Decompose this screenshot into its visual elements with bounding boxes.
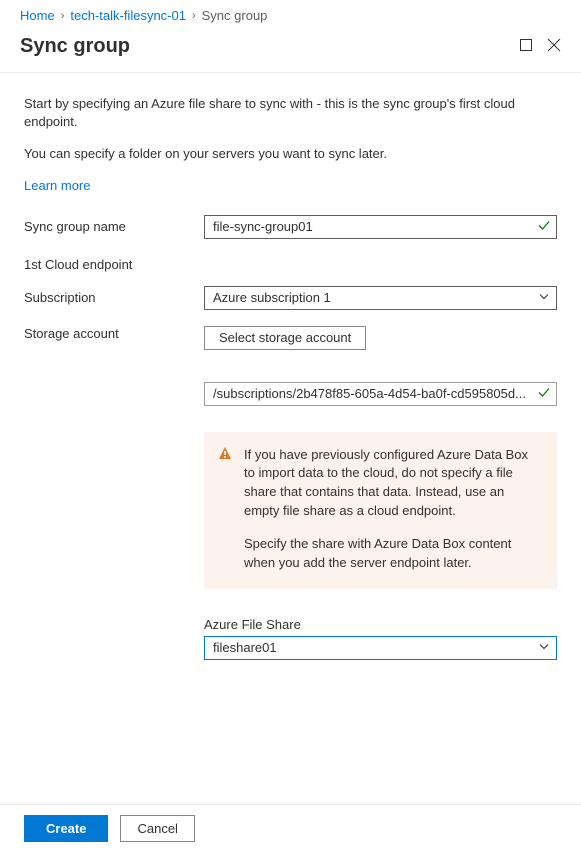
subscription-label: Subscription	[24, 290, 204, 305]
subscription-value: Azure subscription 1	[213, 290, 331, 305]
breadcrumb-current: Sync group	[202, 8, 268, 23]
warning-text-1: If you have previously configured Azure …	[244, 446, 541, 521]
file-share-value: fileshare01	[213, 640, 277, 655]
chevron-down-icon	[538, 290, 550, 305]
checkmark-icon	[537, 385, 551, 402]
breadcrumb-home[interactable]: Home	[20, 8, 55, 23]
footer: Create Cancel	[0, 804, 581, 856]
subscription-select[interactable]: Azure subscription 1	[204, 286, 557, 310]
storage-path-input[interactable]	[204, 382, 557, 406]
intro-text-2: You can specify a folder on your servers…	[24, 145, 557, 163]
warning-box: If you have previously configured Azure …	[204, 432, 557, 589]
breadcrumb: Home › tech-talk-filesync-01 › Sync grou…	[0, 0, 581, 29]
warning-icon	[218, 446, 232, 466]
sync-group-name-input[interactable]	[204, 215, 557, 239]
checkmark-icon	[537, 218, 551, 235]
intro-text-1: Start by specifying an Azure file share …	[24, 95, 557, 131]
restore-icon[interactable]	[519, 38, 533, 55]
file-share-select[interactable]: fileshare01	[204, 636, 557, 660]
create-button[interactable]: Create	[24, 815, 108, 842]
chevron-down-icon	[538, 640, 550, 655]
page-header: Sync group	[0, 29, 581, 73]
breadcrumb-service[interactable]: tech-talk-filesync-01	[70, 8, 186, 23]
cancel-button[interactable]: Cancel	[120, 815, 194, 842]
chevron-right-icon: ›	[61, 10, 65, 22]
warning-text-2: Specify the share with Azure Data Box co…	[244, 535, 541, 573]
close-icon[interactable]	[547, 38, 561, 55]
storage-account-label: Storage account	[24, 326, 204, 341]
cloud-endpoint-heading: 1st Cloud endpoint	[24, 257, 557, 272]
learn-more-link[interactable]: Learn more	[24, 178, 90, 193]
chevron-right-icon: ›	[192, 10, 196, 22]
page-title: Sync group	[20, 35, 130, 58]
sync-group-name-label: Sync group name	[24, 219, 204, 234]
select-storage-account-button[interactable]: Select storage account	[204, 326, 366, 350]
file-share-label: Azure File Share	[204, 617, 557, 632]
